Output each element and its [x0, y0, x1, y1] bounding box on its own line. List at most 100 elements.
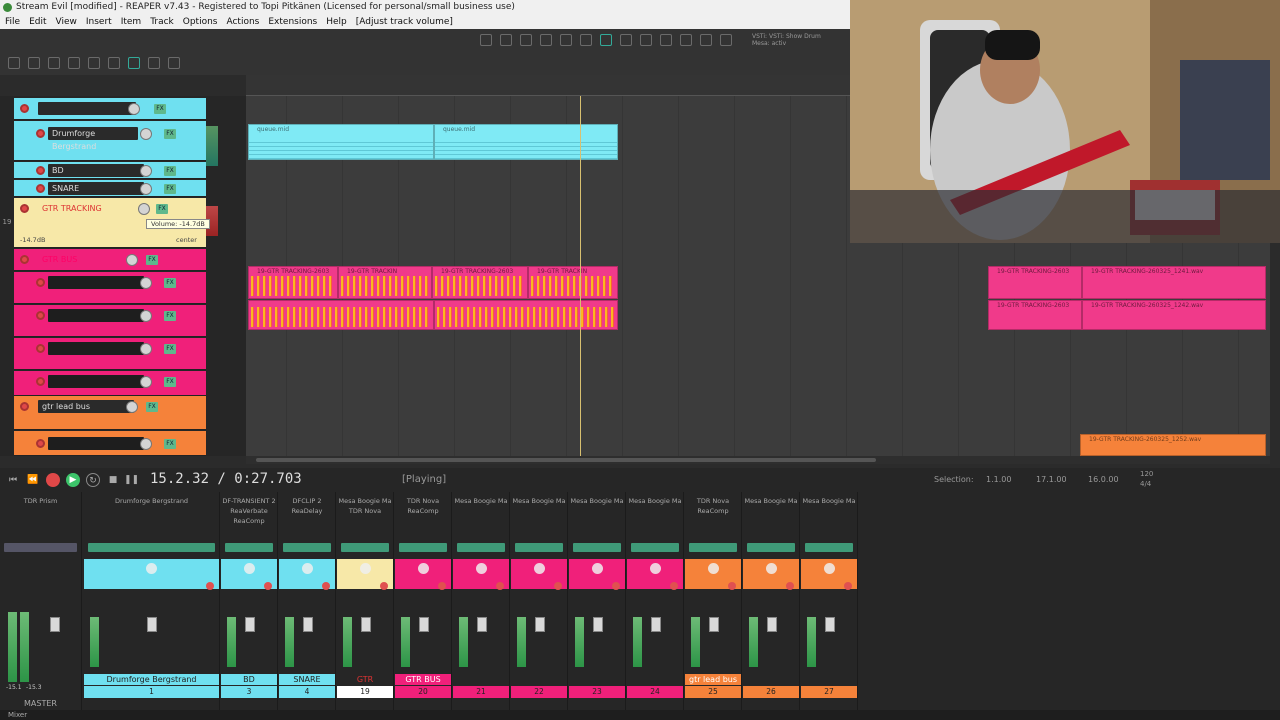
metronome-icon[interactable] [480, 34, 492, 46]
track-name[interactable]: gtr lead bus [38, 400, 134, 413]
fx-button[interactable]: FX [146, 402, 158, 412]
mixer-channel-strip[interactable]: Mesa Boogie Ma 27 [801, 492, 858, 710]
fx-button[interactable]: FX [164, 311, 176, 321]
strip-name[interactable] [627, 674, 683, 685]
track-name[interactable]: GTR BUS [38, 253, 134, 266]
track-gtr-child[interactable]: FX [14, 338, 206, 370]
fx-bar[interactable] [689, 543, 737, 552]
volume-knob[interactable] [138, 203, 150, 215]
edit-lock-icon[interactable] [720, 34, 732, 46]
menu-track[interactable]: Track [150, 15, 174, 29]
open-project-icon[interactable] [28, 57, 40, 69]
record-arm-button[interactable] [36, 344, 45, 353]
record-arm-button[interactable] [670, 582, 678, 590]
fx-bar[interactable] [399, 543, 447, 552]
settings-icon[interactable] [68, 57, 80, 69]
go-to-start-icon[interactable]: ⏮ [6, 473, 20, 487]
volume-fader[interactable] [708, 617, 719, 632]
volume-knob[interactable] [140, 438, 152, 450]
volume-fader[interactable] [147, 617, 157, 632]
pan-knob[interactable] [475, 563, 487, 574]
strip-name[interactable] [511, 674, 567, 685]
play-button[interactable]: ▶ [66, 473, 80, 487]
track-gtr-child[interactable]: FX [14, 371, 206, 396]
master-strip[interactable]: TDR Prism -15.1 -15.3 MASTER [0, 492, 82, 710]
strip-name[interactable]: Drumforge Bergstrand [84, 674, 219, 685]
strip-name[interactable] [801, 674, 857, 685]
track-drumforge[interactable]: Drumforge Bergstrand FX [14, 121, 206, 161]
track-gtr-bus[interactable]: GTR BUS FX [14, 249, 206, 271]
ripple-edit-icon[interactable] [148, 57, 160, 69]
tempo-display[interactable]: 120 [1140, 470, 1153, 478]
pan-knob[interactable] [417, 563, 429, 574]
pan-knob[interactable] [146, 563, 157, 574]
audio-item[interactable]: 19-GTR TRACKING-2603 [432, 266, 528, 299]
mixer-channel-strip[interactable]: Mesa Boogie Ma 22 [511, 492, 568, 710]
grouping-icon[interactable] [660, 34, 672, 46]
strip-name[interactable] [743, 674, 799, 685]
marker-icon[interactable] [680, 34, 692, 46]
volume-knob[interactable] [140, 310, 152, 322]
menu-extensions[interactable]: Extensions [268, 15, 317, 29]
fx-bar[interactable] [88, 543, 215, 552]
horizontal-scrollbar[interactable] [246, 456, 1270, 464]
record-arm-button[interactable] [36, 129, 45, 138]
save-project-icon[interactable] [48, 57, 60, 69]
fx-button[interactable]: FX [154, 104, 166, 114]
envelope-icon[interactable] [640, 34, 652, 46]
trim-icon[interactable] [540, 34, 552, 46]
stop-icon[interactable]: ■ [106, 473, 120, 487]
track-name[interactable]: GTR TRACKING [38, 202, 138, 215]
selection-start[interactable]: 1.1.00 [986, 475, 1011, 484]
fx-button[interactable]: FX [164, 129, 176, 139]
audio-item[interactable]: 19-GTR TRACKING-260325_1252.wav [1080, 434, 1266, 456]
fx-button[interactable]: FX [164, 439, 176, 449]
track-gtr-child[interactable]: FX [14, 272, 206, 304]
record-arm-button[interactable] [20, 104, 29, 113]
track-name[interactable] [48, 437, 144, 450]
grid-snap-icon[interactable] [128, 57, 140, 69]
track-folder[interactable]: FX [14, 98, 206, 120]
record-arm-button[interactable] [20, 255, 29, 264]
record-arm-button[interactable] [438, 582, 446, 590]
crossfade-icon[interactable] [580, 34, 592, 46]
snap-icon[interactable] [600, 34, 612, 46]
record-arm-button[interactable] [36, 278, 45, 287]
audio-item[interactable]: 19-GTR TRACKING-260325_1241.wav [1082, 266, 1266, 299]
selection-length[interactable]: 16.0.00 [1088, 475, 1119, 484]
fx-button[interactable]: FX [164, 344, 176, 354]
volume-fader[interactable] [650, 617, 661, 632]
volume-knob[interactable] [140, 277, 152, 289]
menu-file[interactable]: File [5, 15, 20, 29]
strip-name[interactable]: gtr lead bus [685, 674, 741, 685]
audio-item[interactable]: 19-GTR TRACKING-260325_1242.wav [1082, 300, 1266, 330]
record-arm-button[interactable] [36, 166, 45, 175]
menu-item[interactable]: Item [121, 15, 142, 29]
strip-name[interactable] [453, 674, 509, 685]
audio-item[interactable]: 19-GTR TRACKING-2603 [248, 266, 338, 299]
record-arm-button[interactable] [206, 582, 214, 590]
lock-icon[interactable] [168, 57, 180, 69]
volume-fader[interactable] [418, 617, 429, 632]
fx-bar[interactable] [805, 543, 853, 552]
record-arm-button[interactable] [554, 582, 562, 590]
track-name[interactable] [38, 102, 136, 115]
pan-knob[interactable] [649, 563, 661, 574]
audio-item[interactable]: 19-GTR TRACKIN [528, 266, 618, 299]
time-display[interactable]: 15.2.32 / 0:27.703 [150, 471, 302, 487]
track-name[interactable] [48, 309, 144, 322]
split-icon[interactable] [500, 34, 512, 46]
mixer-channel-strip[interactable]: TDR Nova ReaComp gtr lead bus 25 [685, 492, 742, 710]
automation-icon[interactable] [620, 34, 632, 46]
mixer-channel-strip[interactable]: DFCLIP 2 ReaDelay SNARE 4 [279, 492, 336, 710]
fx-bar[interactable] [4, 543, 77, 552]
strip-name[interactable]: SNARE [279, 674, 335, 685]
scrollbar-thumb[interactable] [256, 458, 876, 462]
record-arm-button[interactable] [786, 582, 794, 590]
fx-bar[interactable] [225, 543, 273, 552]
mixer-channel-strip[interactable]: Mesa Boogie Ma TDR Nova GTR TRACKING19 [337, 492, 394, 710]
pan-knob[interactable] [243, 563, 255, 574]
volume-fader[interactable] [360, 617, 371, 632]
track-name[interactable]: Drumforge Bergstrand [48, 127, 138, 151]
record-arm-button[interactable] [36, 311, 45, 320]
